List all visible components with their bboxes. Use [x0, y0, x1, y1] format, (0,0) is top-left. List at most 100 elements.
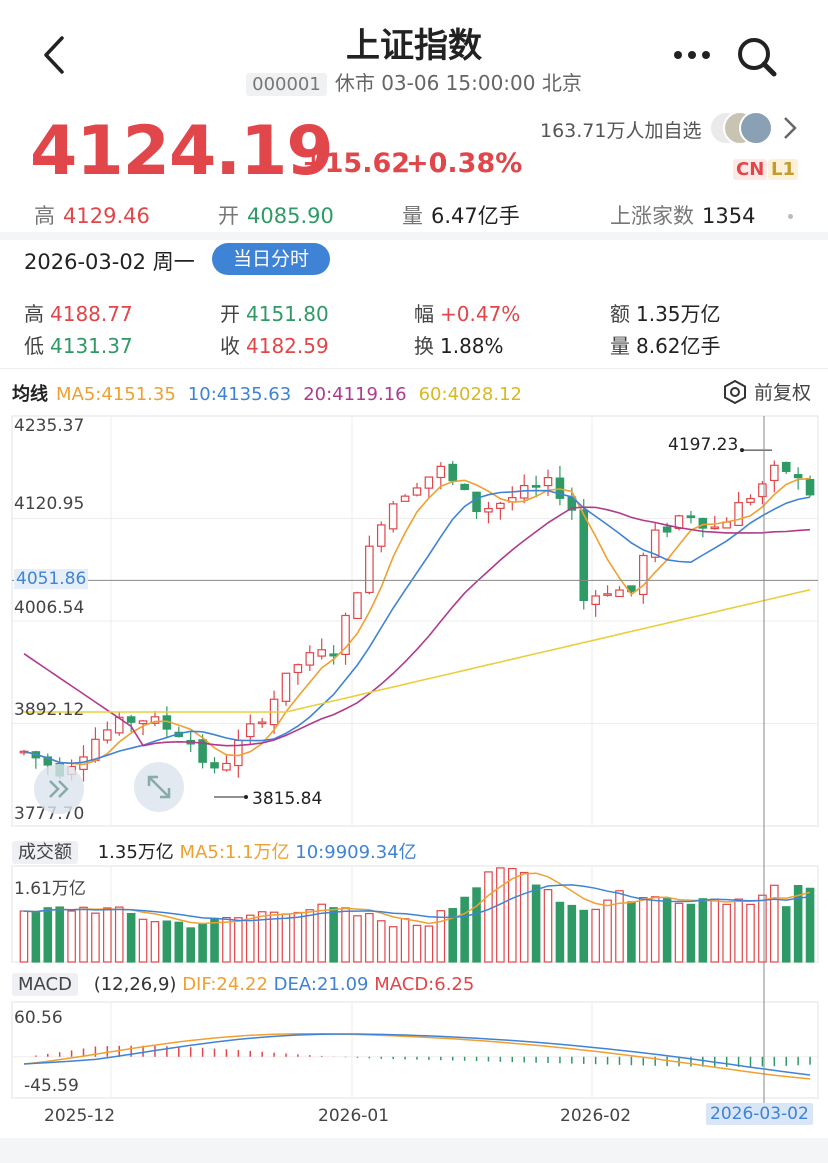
- candle-body: [531, 485, 541, 488]
- candle-body: [281, 672, 291, 702]
- x-tick-2025-12: 2025-12: [44, 1106, 116, 1126]
- ma-legend: 均线 MA5:4151.35 10:4135.63 20:4119.16 60:4028…: [12, 380, 534, 406]
- candle-body: [793, 474, 803, 479]
- intraday-button[interactable]: 当日分时: [212, 243, 330, 275]
- volume-bar: [79, 906, 88, 963]
- volume-bar: [126, 912, 136, 963]
- y-tick-top: 4235.37: [14, 416, 85, 436]
- price-change: +15.62: [302, 148, 411, 179]
- volume-legend: 成交额 1.35万亿 MA5:1.1万亿 10:9909.34亿: [12, 838, 417, 864]
- volume-bar: [698, 898, 708, 963]
- candle-body: [317, 649, 327, 657]
- volume-bar: [103, 907, 112, 963]
- volume-bar: [555, 901, 565, 963]
- volume-bar: [67, 910, 76, 963]
- dea-line: [23, 1033, 811, 1076]
- volume-bar: [793, 885, 803, 963]
- candle-body: [353, 592, 362, 620]
- day-low: 低 4131.37: [24, 334, 133, 358]
- volume-bar: [412, 924, 422, 963]
- candle-body: [591, 595, 600, 606]
- day-open: 开 4151.80: [220, 302, 329, 326]
- candle-body: [448, 463, 458, 482]
- ma60-legend: 60:4028.12: [418, 384, 523, 405]
- volume-bar: [424, 925, 434, 963]
- volume-bar: [353, 915, 362, 963]
- volume-bars: [19, 867, 815, 963]
- volume-title: 成交额: [12, 841, 78, 864]
- avatar-icon: [709, 111, 773, 145]
- volume-bar: [281, 913, 291, 963]
- volume-bar: [376, 920, 386, 963]
- volume-bar: [436, 910, 446, 963]
- candle-body: [234, 739, 243, 767]
- volume-bar: [43, 907, 53, 963]
- divider: [0, 368, 828, 369]
- volume-bar: [722, 903, 731, 963]
- candle-body: [365, 545, 374, 594]
- macd-y-bottom: -45.59: [24, 1076, 79, 1096]
- volume-bar: [710, 898, 720, 963]
- follower-avatars[interactable]: [708, 110, 774, 146]
- volume-bar: [674, 902, 684, 963]
- x-selected-date: 2026-03-02: [706, 1103, 813, 1125]
- stat-high: 高 4129.46: [34, 204, 150, 228]
- y-tick-mid: 4120.95: [14, 494, 85, 514]
- candle-body: [245, 723, 255, 738]
- volume-bar: [329, 907, 338, 963]
- volume-bar: [305, 909, 315, 963]
- bottom-bar: [0, 1138, 828, 1163]
- volume-bar: [341, 907, 350, 963]
- volume-bar: [639, 897, 648, 963]
- volume-bar: [174, 921, 184, 963]
- volume-bar: [91, 912, 100, 963]
- volume-bar: [758, 894, 767, 963]
- volume-bar: [19, 910, 29, 963]
- volume-bar: [472, 887, 481, 963]
- candle-body: [293, 664, 303, 674]
- volume-bar: [519, 871, 529, 963]
- candle-body: [126, 716, 136, 723]
- more-dots-icon: [674, 51, 710, 59]
- double-chevron-icon: [49, 780, 69, 798]
- expand-left-button[interactable]: [34, 764, 84, 814]
- kline-chart[interactable]: [0, 408, 828, 1138]
- candle-body: [412, 487, 422, 496]
- macd-series: [12, 1033, 818, 1080]
- stock-code: 000001: [246, 73, 327, 96]
- volume-bar: [388, 926, 398, 963]
- macd-title: MACD: [12, 973, 78, 996]
- candle-body: [103, 729, 112, 741]
- min-pointer-dot: [244, 795, 248, 799]
- macd-legend: MACD (12,26,9) DIF:24.22 DEA:21.09 MACD:…: [12, 973, 474, 996]
- candle-body: [91, 738, 100, 761]
- volume-bar: [603, 899, 612, 963]
- ma20-line: [23, 506, 811, 747]
- max-price-label: 4197.23: [668, 435, 739, 455]
- candle-body: [376, 524, 386, 547]
- more-stats-dot[interactable]: [788, 214, 793, 219]
- candle-body: [639, 554, 648, 596]
- x-tick-2026-02: 2026-02: [560, 1106, 632, 1126]
- moving-average-lines: [23, 448, 811, 799]
- day-amplitude: 幅 +0.47%: [414, 302, 521, 326]
- current-price: 4124.19: [30, 112, 334, 191]
- y-tick-low2: 3892.12: [14, 700, 85, 720]
- volume-ma10: 10:9909.34亿: [295, 842, 417, 863]
- stat-volume: 量 6.47亿手: [402, 204, 520, 228]
- followers-count[interactable]: 163.71万人加自选: [540, 116, 701, 143]
- day-volume: 量 8.62亿手: [610, 334, 721, 358]
- candle-body: [579, 509, 589, 602]
- volume-bar: [55, 906, 64, 963]
- followers-chevron[interactable]: [782, 114, 798, 142]
- volume-ma5: MA5:1.1万亿: [179, 842, 290, 863]
- adjust-selector[interactable]: 前复权: [722, 378, 811, 405]
- crosshair: [12, 416, 818, 1110]
- subtitle: 000001 休市 03-06 15:00:00 北京: [0, 67, 828, 96]
- candle-body: [460, 483, 469, 491]
- volume-bar: [746, 903, 755, 963]
- fullscreen-button[interactable]: [134, 762, 184, 812]
- more-button[interactable]: [672, 38, 716, 68]
- chart-grid: [11, 415, 819, 1099]
- volume-bar: [150, 921, 160, 963]
